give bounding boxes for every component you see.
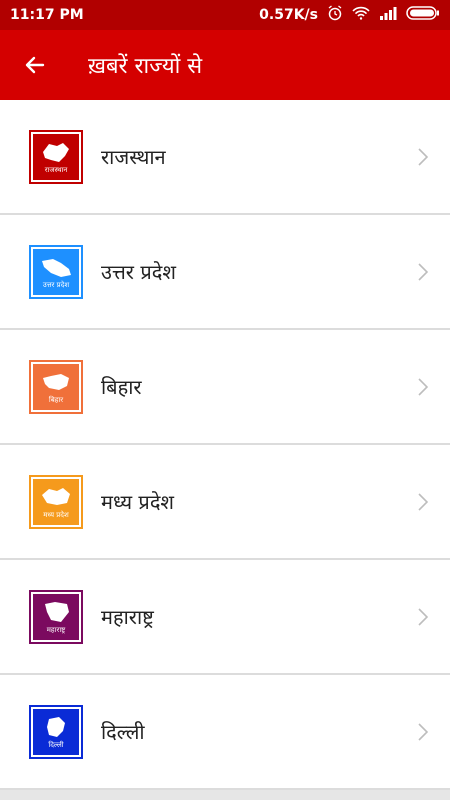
state-map-icon: बिहार bbox=[29, 359, 83, 414]
chevron-right-icon bbox=[418, 262, 428, 281]
alarm-icon bbox=[327, 5, 343, 25]
app-bar: ख़बरें राज्यों से bbox=[0, 30, 450, 100]
status-time: 11:17 PM bbox=[10, 7, 84, 23]
signal-icon bbox=[379, 6, 397, 24]
state-list: राजस्थान राजस्थान उत्तर प्रदेश उत्तर प्र… bbox=[0, 100, 450, 790]
status-bar: 11:17 PM 0.57K/s bbox=[0, 0, 450, 30]
battery-icon bbox=[406, 6, 440, 24]
state-map-icon: राजस्थान bbox=[29, 129, 83, 184]
state-badge-label: उत्तर प्रदेश bbox=[42, 280, 70, 289]
chevron-right-icon bbox=[418, 147, 428, 166]
state-list-item[interactable]: उत्तर प्रदेश उत्तर प्रदेश bbox=[0, 215, 450, 330]
back-button[interactable] bbox=[0, 30, 70, 100]
wifi-icon bbox=[352, 6, 370, 24]
state-badge-label: राजस्थान bbox=[44, 165, 68, 174]
chevron-right-icon bbox=[418, 607, 428, 626]
state-map-icon: दिल्ली bbox=[29, 704, 83, 759]
state-name: उत्तर प्रदेश bbox=[101, 260, 176, 284]
state-name: दिल्ली bbox=[101, 720, 145, 744]
state-list-item[interactable]: राजस्थान राजस्थान bbox=[0, 100, 450, 215]
state-map-shape bbox=[43, 373, 69, 390]
state-map-icon: उत्तर प्रदेश bbox=[29, 244, 83, 299]
state-map-shape bbox=[43, 142, 69, 162]
state-name: बिहार bbox=[101, 375, 142, 399]
state-badge-label: दिल्ली bbox=[48, 740, 64, 749]
arrow-left-icon bbox=[25, 56, 45, 74]
page-title: ख़बरें राज्यों से bbox=[88, 54, 203, 79]
state-badge-label: महाराष्ट्र bbox=[46, 625, 66, 634]
chevron-right-icon bbox=[418, 492, 428, 511]
state-list-item[interactable]: मध्य प्रदेश मध्य प्रदेश bbox=[0, 445, 450, 560]
network-speed: 0.57K/s bbox=[259, 7, 318, 23]
state-name: महाराष्ट्र bbox=[101, 605, 154, 629]
state-map-shape bbox=[45, 601, 69, 622]
chevron-right-icon bbox=[418, 377, 428, 396]
status-right: 0.57K/s bbox=[259, 5, 440, 25]
state-name: मध्य प्रदेश bbox=[101, 490, 175, 514]
state-name: राजस्थान bbox=[101, 145, 166, 169]
state-list-item[interactable]: महाराष्ट्र महाराष्ट्र bbox=[0, 560, 450, 675]
state-badge-label: मध्य प्रदेश bbox=[43, 510, 69, 519]
state-map-icon: मध्य प्रदेश bbox=[29, 474, 83, 529]
state-list-item[interactable]: दिल्ली दिल्ली bbox=[0, 675, 450, 790]
state-badge-label: बिहार bbox=[48, 395, 64, 404]
chevron-right-icon bbox=[418, 722, 428, 741]
state-list-item[interactable]: बिहार बिहार bbox=[0, 330, 450, 445]
state-map-shape bbox=[47, 716, 65, 737]
state-map-icon: महाराष्ट्र bbox=[29, 589, 83, 644]
state-map-shape bbox=[42, 487, 70, 505]
state-map-shape bbox=[42, 258, 71, 277]
